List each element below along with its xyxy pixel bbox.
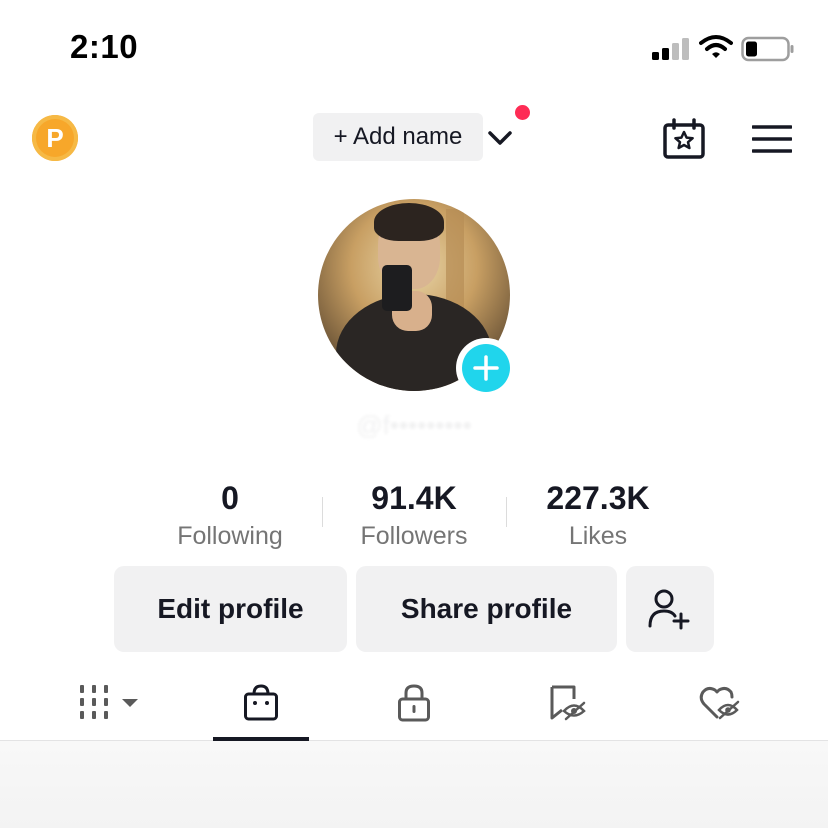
tab-shop[interactable] bbox=[213, 668, 309, 738]
stat-divider bbox=[506, 497, 507, 527]
stat-likes[interactable]: 227.3K Likes bbox=[518, 478, 678, 551]
add-name-button[interactable]: + Add name bbox=[313, 113, 483, 161]
username: @f••••••••• bbox=[356, 410, 472, 440]
add-user-icon bbox=[648, 589, 690, 630]
add-avatar-button[interactable] bbox=[456, 338, 516, 398]
plus-icon bbox=[473, 355, 499, 381]
following-count: 0 bbox=[221, 480, 239, 516]
tab-liked[interactable] bbox=[672, 668, 768, 738]
stat-followers[interactable]: 91.4K Followers bbox=[334, 478, 494, 551]
notification-dot bbox=[515, 105, 530, 120]
cellular-signal-icon bbox=[652, 38, 689, 60]
add-friends-button[interactable] bbox=[626, 566, 714, 652]
calendar-star-icon[interactable] bbox=[662, 118, 706, 160]
status-time: 2:10 bbox=[70, 28, 139, 65]
coin-letter: P bbox=[46, 123, 64, 153]
avatar-phone bbox=[382, 265, 412, 311]
grid-icon bbox=[80, 685, 138, 719]
hidden-heart-icon bbox=[699, 686, 740, 720]
shopping-bag-icon bbox=[244, 684, 278, 721]
likes-count: 227.3K bbox=[546, 480, 650, 516]
content-area[interactable] bbox=[0, 741, 828, 828]
chevron-down-icon[interactable] bbox=[486, 124, 514, 152]
hamburger-menu-icon[interactable] bbox=[752, 124, 792, 154]
edit-profile-button[interactable]: Edit profile bbox=[114, 566, 347, 652]
tab-videos[interactable] bbox=[60, 668, 160, 738]
likes-label: Likes bbox=[568, 522, 628, 550]
share-profile-button[interactable]: Share profile bbox=[356, 566, 617, 652]
stat-following[interactable]: 0 Following bbox=[150, 478, 310, 551]
following-label: Following bbox=[177, 522, 283, 550]
wifi-icon bbox=[699, 35, 733, 58]
stat-divider bbox=[322, 497, 323, 527]
hidden-bookmark-icon bbox=[550, 685, 586, 721]
tab-private[interactable] bbox=[366, 668, 462, 738]
lock-icon bbox=[398, 684, 430, 722]
avatar-hair bbox=[374, 203, 444, 241]
followers-label: Followers bbox=[360, 522, 468, 550]
followers-count: 91.4K bbox=[371, 480, 457, 516]
tab-favorites[interactable] bbox=[520, 668, 616, 738]
coin-icon[interactable]: P bbox=[32, 115, 78, 161]
battery-icon bbox=[741, 36, 794, 62]
